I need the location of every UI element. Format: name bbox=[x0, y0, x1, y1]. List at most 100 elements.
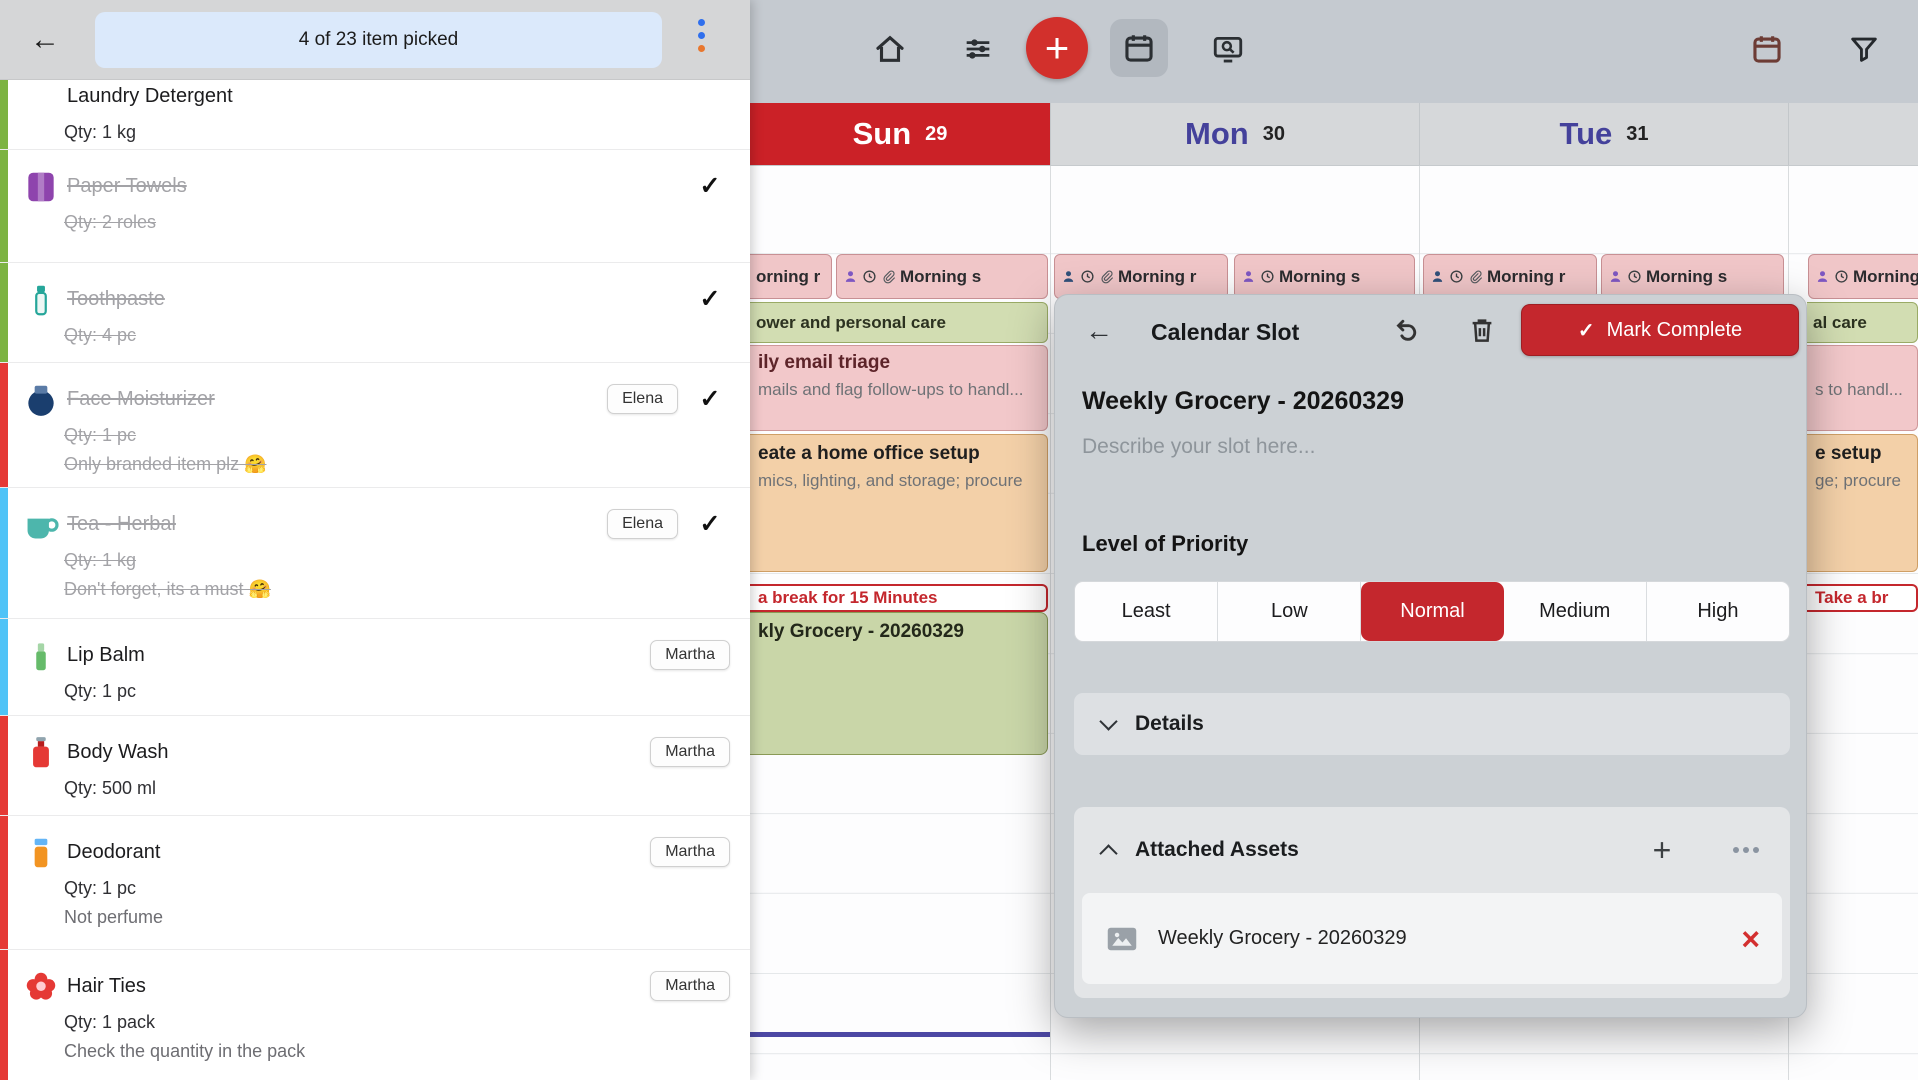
list-item[interactable]: Tea - Herbal Elena ✓ Qty: 1 kg Don't for… bbox=[0, 488, 750, 619]
event-morning-run-mon[interactable]: Morning r bbox=[1054, 254, 1228, 299]
event-morning-run-sun[interactable]: orning r bbox=[750, 254, 832, 299]
person-icon bbox=[1815, 269, 1830, 284]
chevron-down-icon bbox=[1099, 712, 1117, 730]
item-qty: Qty: 2 roles bbox=[64, 212, 730, 233]
body-wash-icon bbox=[22, 734, 60, 772]
tune-button[interactable] bbox=[961, 32, 995, 66]
column-divider bbox=[1050, 166, 1051, 1080]
back-button[interactable]: ← bbox=[30, 22, 60, 58]
modal-back-button[interactable]: ← bbox=[1085, 315, 1113, 347]
paperclip-icon bbox=[881, 269, 896, 284]
item-qty: Qty: 1 kg bbox=[64, 550, 730, 571]
shopping-list-header: ← 4 of 23 item picked bbox=[0, 0, 750, 80]
priority-option-high[interactable]: High bbox=[1647, 582, 1789, 641]
item-name: Lip Balm bbox=[67, 644, 650, 667]
attached-assets-section: Attached Assets + Weekly Grocery - 20260… bbox=[1074, 807, 1790, 998]
time-indicator-line bbox=[750, 1032, 1050, 1037]
clock-icon bbox=[1260, 269, 1275, 284]
priority-option-medium[interactable]: Medium bbox=[1504, 582, 1647, 641]
person-icon bbox=[1061, 269, 1076, 284]
asset-more-button[interactable] bbox=[1726, 847, 1766, 853]
paper-towels-icon bbox=[22, 168, 60, 206]
list-item[interactable]: Laundry Detergent Qty: 1 kg bbox=[0, 80, 750, 150]
item-name: Tea - Herbal bbox=[67, 513, 607, 536]
event-morning-skincare-tue[interactable]: Morning s bbox=[1601, 254, 1784, 299]
check-icon: ✓ bbox=[1578, 318, 1595, 343]
event-email-triage-right[interactable]: s to handl... bbox=[1807, 345, 1918, 431]
list-item[interactable]: Face Moisturizer Elena ✓ Qty: 1 pc Only … bbox=[0, 363, 750, 488]
check-icon[interactable]: ✓ bbox=[690, 284, 730, 314]
list-item[interactable]: Paper Towels ✓ Qty: 2 roles bbox=[0, 150, 750, 263]
item-name: Hair Ties bbox=[67, 975, 650, 998]
calendar-toolbar: + bbox=[750, 0, 1918, 103]
item-name: Deodorant bbox=[67, 841, 650, 864]
calendar-view-button[interactable] bbox=[1110, 19, 1168, 77]
check-icon[interactable]: ✓ bbox=[690, 171, 730, 201]
item-qty: Qty: 1 pc bbox=[64, 878, 730, 899]
item-name: Body Wash bbox=[67, 741, 650, 764]
event-home-office-right[interactable]: e setup ge; procure bbox=[1807, 434, 1918, 572]
clock-icon bbox=[1449, 269, 1464, 284]
priority-option-least[interactable]: Least bbox=[1075, 582, 1218, 641]
clock-icon bbox=[1834, 269, 1849, 284]
assignee-badge: Elena bbox=[607, 384, 678, 414]
filter-button[interactable] bbox=[1847, 32, 1881, 66]
list-item[interactable]: Body Wash Martha Qty: 500 ml bbox=[0, 716, 750, 816]
item-name: Paper Towels bbox=[67, 175, 690, 198]
item-qty: Qty: 1 kg bbox=[64, 122, 730, 143]
plus-icon: + bbox=[1045, 24, 1070, 72]
event-email-triage-sun[interactable]: ily email triage mails and flag follow-u… bbox=[750, 345, 1048, 431]
slot-description-input[interactable]: Describe your slot here... bbox=[1082, 435, 1315, 459]
mark-complete-button[interactable]: ✓ Mark Complete bbox=[1521, 304, 1799, 356]
event-shower-sun[interactable]: ower and personal care bbox=[750, 302, 1048, 343]
event-personal-care-right[interactable]: al care bbox=[1807, 302, 1918, 343]
mini-calendar-button[interactable] bbox=[1750, 32, 1784, 66]
undo-button[interactable] bbox=[1391, 315, 1421, 345]
event-break-right[interactable]: Take a br bbox=[1807, 584, 1918, 612]
list-item[interactable]: Hair Ties Martha Qty: 1 pack Check the q… bbox=[0, 950, 750, 1080]
priority-option-low[interactable]: Low bbox=[1218, 582, 1361, 641]
add-button[interactable]: + bbox=[1026, 17, 1088, 79]
item-note: Not perfume bbox=[64, 907, 730, 928]
day-header-mon[interactable]: Mon 30 bbox=[1050, 103, 1419, 165]
day-header-tue[interactable]: Tue 31 bbox=[1419, 103, 1788, 165]
trash-icon bbox=[1467, 315, 1497, 345]
item-note: Only branded item plz 🤗 bbox=[64, 454, 730, 475]
list-item[interactable]: Deodorant Martha Qty: 1 pc Not perfume bbox=[0, 816, 750, 950]
priority-option-normal[interactable]: Normal bbox=[1361, 582, 1503, 641]
menu-button[interactable] bbox=[694, 19, 708, 52]
event-break-sun[interactable]: a break for 15 Minutes bbox=[750, 584, 1048, 612]
attached-assets-header[interactable]: Attached Assets + bbox=[1074, 807, 1790, 893]
day-header-sun[interactable]: Sun 29 bbox=[750, 103, 1050, 165]
assignee-badge: Martha bbox=[650, 971, 730, 1001]
event-weekly-grocery-sun[interactable]: kly Grocery - 20260329 bbox=[750, 612, 1048, 755]
delete-button[interactable] bbox=[1467, 315, 1497, 345]
asset-row[interactable]: Weekly Grocery - 20260329 × bbox=[1082, 893, 1782, 984]
slot-title-input[interactable]: Weekly Grocery - 20260329 bbox=[1082, 387, 1404, 416]
event-morning-skincare-mon[interactable]: Morning s bbox=[1234, 254, 1415, 299]
assignee-badge: Martha bbox=[650, 737, 730, 767]
picked-status-pill: 4 of 23 item picked bbox=[95, 12, 662, 68]
list-item[interactable]: Toothpaste ✓ Qty: 4 pc bbox=[0, 263, 750, 363]
person-icon bbox=[843, 269, 858, 284]
back-icon: ← bbox=[30, 23, 60, 56]
details-section-toggle[interactable]: Details bbox=[1074, 693, 1790, 755]
home-button[interactable] bbox=[873, 32, 907, 66]
add-asset-button[interactable]: + bbox=[1642, 832, 1682, 869]
remove-asset-button[interactable]: × bbox=[1741, 924, 1760, 954]
item-note: Check the quantity in the pack bbox=[64, 1041, 730, 1062]
event-morning-right[interactable]: Morning s bbox=[1808, 254, 1918, 299]
undo-icon bbox=[1391, 315, 1421, 345]
hair-ties-icon bbox=[22, 968, 60, 1006]
check-icon[interactable]: ✓ bbox=[690, 384, 730, 414]
event-morning-run-tue[interactable]: Morning r bbox=[1423, 254, 1597, 299]
calendar-slot-modal: ← Calendar Slot ✓ Mark Complete Weekly G… bbox=[1054, 294, 1807, 1018]
item-qty: Qty: 1 pc bbox=[64, 425, 730, 446]
assignee-badge: Elena bbox=[607, 509, 678, 539]
monitor-search-icon bbox=[1211, 32, 1245, 66]
check-icon[interactable]: ✓ bbox=[690, 509, 730, 539]
event-home-office-sun[interactable]: eate a home office setup mics, lighting,… bbox=[750, 434, 1048, 572]
list-item[interactable]: Lip Balm Martha Qty: 1 pc bbox=[0, 619, 750, 716]
event-morning-skincare-sun[interactable]: Morning s bbox=[836, 254, 1048, 299]
screen-search-button[interactable] bbox=[1211, 32, 1245, 66]
